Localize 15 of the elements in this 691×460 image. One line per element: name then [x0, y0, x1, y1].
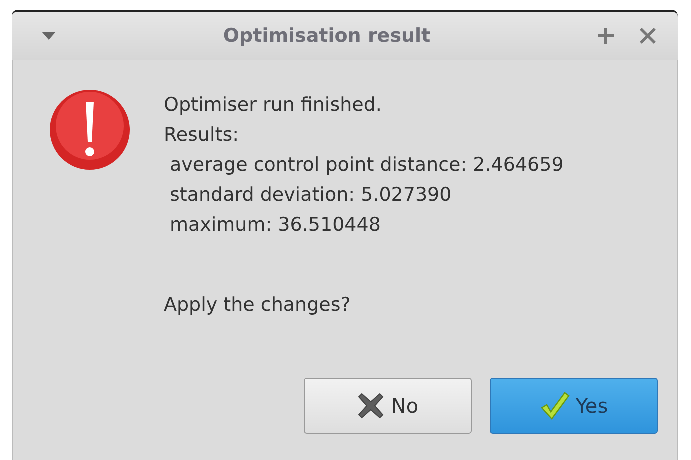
- result-text: maximum: 36.510448: [169, 213, 382, 238]
- plus-icon[interactable]: [598, 28, 614, 44]
- cross-icon: [357, 392, 386, 420]
- result-text: average control point distance: 2.464659: [169, 153, 564, 178]
- window-title: Optimisation result: [222, 25, 432, 47]
- close-icon[interactable]: [640, 28, 656, 44]
- no-button[interactable]: No: [304, 378, 472, 434]
- question-text: Apply the changes?: [164, 293, 352, 318]
- message-text: Results:: [164, 123, 240, 148]
- result-text: standard deviation: 5.027390: [169, 183, 453, 208]
- dropdown-icon[interactable]: [42, 32, 56, 40]
- yes-button[interactable]: Yes: [490, 378, 658, 434]
- message-text: Optimiser run finished.: [164, 93, 383, 118]
- error-icon: [48, 88, 132, 172]
- checkmark-icon: [540, 391, 570, 421]
